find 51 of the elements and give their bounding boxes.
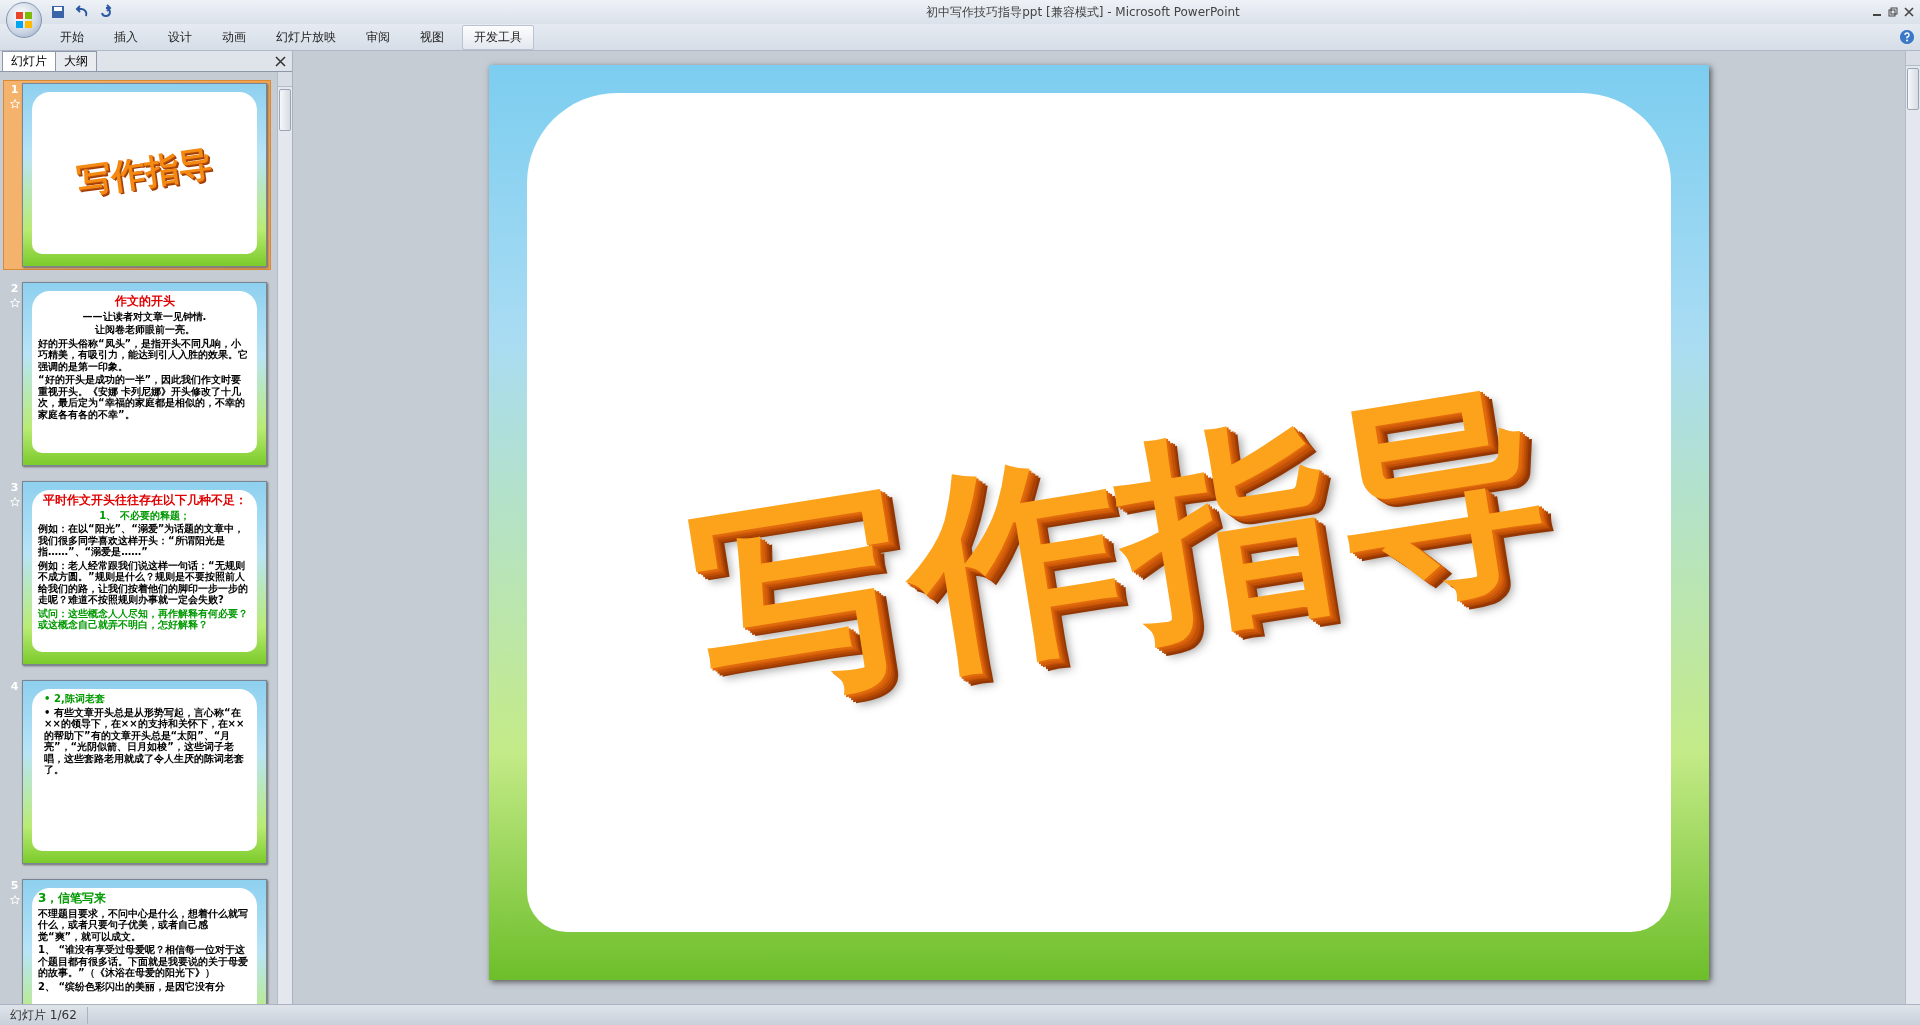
slide-text: 1、 “谁没有享受过母爱呢？相信每一位对于这个题目都有很多话。下面就是我要说的关于母爱的故事。”（《沐浴在母爱的阳光下》） — [38, 944, 249, 979]
office-button[interactable] — [6, 2, 42, 38]
slide-text: 让阅卷老师眼前一亮。 — [93, 324, 196, 336]
slide-title: 写作指导 — [73, 141, 216, 204]
slide-number: 5 — [10, 879, 19, 892]
slide-indicator: 幻灯片 1/62 — [0, 1006, 88, 1024]
ribbon-tab[interactable]: 视图 — [408, 24, 456, 50]
slide-text: ——让读者对文章一见钟情. — [81, 310, 208, 323]
slide-thumbnail[interactable]: 3，信笔写来 不理题目要求，不问中心是什么，想着什么就写什么，或者只要句子优美，或者自己感觉“爽”，就可以成文。 1、 “谁没有享受过母爱呢？相信每一位对于这个题目都有很多话。下面就是我要说的关于母爱的故事。”（《沐浴在母爱的阳光下》） 2、 “缤纷色彩闪出的美丽，是因它没有分 — [22, 879, 267, 1004]
ribbon-tab[interactable]: 开发工具 — [462, 24, 534, 50]
ribbon-tab[interactable]: 幻灯片放映 — [264, 24, 348, 50]
slide-text: 例如：老人经常跟我们说这样一句话：“无规则不成方圆。”规则是什么？规则是不要按照前人给我们的路，让我们按着他们的脚印一步一步的走呢？难道不按照规则办事就一定会失败? — [38, 559, 249, 606]
slide-heading: 平时作文开头往往存在以下几种不足： — [41, 494, 248, 508]
ribbon-tab[interactable]: 开始 — [48, 24, 96, 50]
slide-number: 4 — [10, 680, 19, 693]
slide-text: 好的开头俗称“凤头”，是指开头不同凡响，小巧精美，有吸引力，能达到引人入胜的效果。它强调的是第一印象。 — [38, 337, 249, 373]
slide-text: 不理题目要求，不问中心是什么，想着什么就写什么，或者只要句子优美，或者自己感觉“爽”，就可以成文。 — [38, 907, 249, 943]
scrollbar[interactable] — [277, 72, 292, 1004]
slide-text: 例如：在以“阳光”、“溺爱”为话题的文章中，我们很多同学喜欢这样开头：“所谓阳光是指……”、“溺爱是……” — [38, 523, 246, 558]
close-icon[interactable] — [275, 55, 286, 67]
scrollbar[interactable] — [1905, 51, 1920, 1004]
ribbon-tab[interactable]: 动画 — [210, 24, 258, 50]
slide-text: “好的开头是成功的一半”，因此我们作文时要重视开头。《安娜 卡列尼娜》开头修改了十几次，最后定为“幸福的家庭都是相似的，不幸的家庭各有各的不幸”。 — [38, 374, 246, 421]
slide-number: 3 — [10, 481, 19, 494]
slide-text: • 有些文章开头总是从形势写起，言心称“在××的领导下，在××的支持和关怀下，在××的帮助下”有的文章开头总是“太阳”、“月亮”，“光阴似箭、日月如梭”，这些词子老唱，这些套路老用就成了令人生厌的陈词老套了。 — [43, 706, 246, 776]
ribbon-tab[interactable]: 插入 — [102, 24, 150, 50]
help-icon[interactable] — [1900, 30, 1914, 44]
office-logo-icon — [15, 11, 33, 29]
close-icon[interactable] — [1904, 7, 1914, 17]
slide-text: 1、 不必要的释题； — [98, 509, 191, 522]
restore-icon[interactable] — [1888, 7, 1898, 17]
slide-heading: 3，信笔写来 — [38, 892, 108, 906]
slide-thumbnail[interactable]: • 2,陈词老套 • 有些文章开头总是从形势写起，言心称“在××的领导下，在××的支持和关怀下，在××的帮助下”有的文章开头总是“太阳”、“月亮”，“光阴似箭、日月如梭”，这些词子老唱，这些套路老用就成了令人生厌的陈词老套了。 — [22, 680, 267, 864]
slide-heading: 作文的开头 — [113, 295, 176, 309]
pane-tab[interactable]: 幻灯片 — [2, 51, 56, 71]
slide-thumbnail-row[interactable]: 4 • 2,陈词老套 • 有些文章开头总是从形势写起，言心称“在××的领导下，在××的支持和关怀下，在××的帮助下”有的文章开头总是“太阳”、“月亮”，“光阴似箭、日月如梭”，这些词子老唱，这些套路老用就成了令人生厌的陈词老套了。 — [3, 677, 271, 867]
slide-text: • 2,陈词老套 — [43, 693, 106, 705]
save-icon[interactable] — [50, 4, 66, 20]
ribbon-tab[interactable]: 审阅 — [354, 24, 402, 50]
slide-text: 试问：这些概念人人尽知，再作解释有何必要？或这概念自己就弄不明白，怎好解释？ — [38, 607, 249, 631]
slide-thumbnail[interactable]: 作文的开头 ——让读者对文章一见钟情. 让阅卷老师眼前一亮。 好的开头俗称“凤头”，是指开头不同凡响，小巧精美，有吸引力，能达到引人入胜的效果。它强调的是第一印象。 “好的开头是成功的一半”，因此我们作文时要重视开头。《安娜 卡列尼娜》开头修改了十几次，最后定为“幸福的家庭都是相似的，不幸的家庭各有各的不幸”。 — [22, 282, 267, 466]
slide-text: 2、 “缤纷色彩闪出的美丽，是因它没有分 — [38, 980, 226, 993]
ribbon-tab[interactable]: 设计 — [156, 24, 204, 50]
redo-icon[interactable] — [98, 4, 114, 20]
slide-number: 1 — [10, 83, 19, 96]
pane-tab[interactable]: 大纲 — [55, 51, 97, 71]
slide-thumbnail-row[interactable]: 5 3，信笔写来 不理题目要求，不问中心是什么，想着什么就写什么，或者只要句子优美，或者自己感觉“爽”，就可以成文。 1、 “谁没有享受过母爱呢？相信每一位对于这个题目都有很多话。下面就是我要说的关于母爱的故事。”（《沐浴在母爱的阳光下》） 2、 “缤纷色彩闪出的美丽，是因它没有分 — [3, 876, 271, 1004]
window-title: 初中写作技巧指导ppt [兼容模式] - Microsoft PowerPoint — [925, 3, 1241, 21]
slide-thumbnail-row[interactable]: 2 作文的开头 ——让读者对文章一见钟情. 让阅卷老师眼前一亮。 好的开头俗称“凤头”，是指开头不同凡响，小巧精美，有吸引力，能达到引人入胜的效果。它强调的是第一印象。 “好的开头是成功的一半”，因此我们作文时要重视开头。《安娜 卡列尼娜》开头修改了十几次，最后定为“幸福的家庭都是相似的，不幸的家庭各有各的不幸”。 — [3, 279, 271, 469]
slide-number: 2 — [10, 282, 19, 295]
slide-title: 写作指导 — [677, 356, 1572, 737]
